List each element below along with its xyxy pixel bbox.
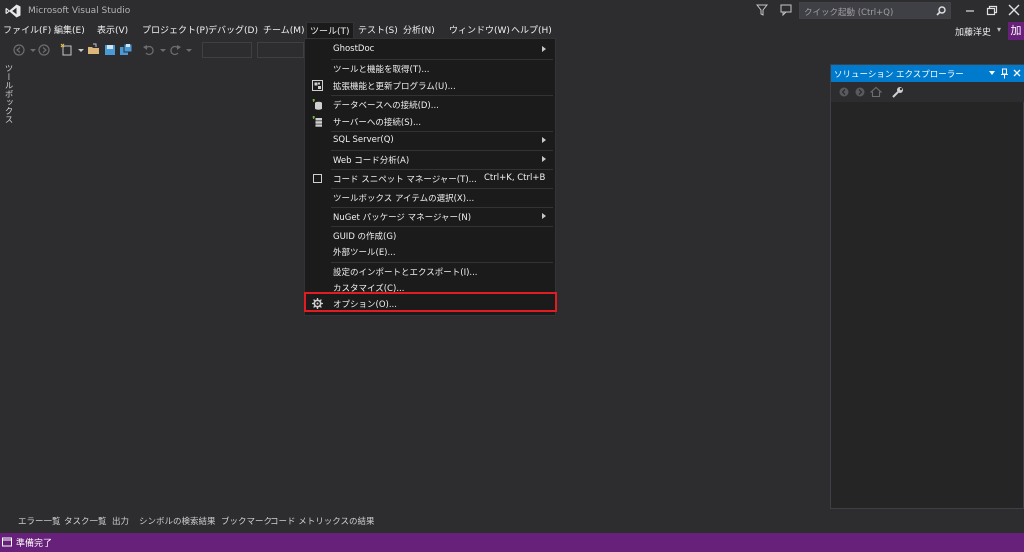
solution-explorer-toolbar [831,82,1024,102]
app-title: Microsoft Visual Studio [28,6,131,16]
extensions-icon [312,80,323,91]
navigate-forward-icon[interactable] [37,43,51,57]
toolbox-tab[interactable]: ツールボックス [2,64,14,124]
menu-item-choose-toolbox-items[interactable]: ツールボックス アイテムの選択(X)... [305,189,555,206]
search-icon [936,6,946,16]
menu-item-label: Web コード分析(A) [333,156,410,166]
submenu-arrow-icon [542,156,546,162]
menu-item-extensions-and-updates[interactable]: 拡張機能と更新プログラム(U)... [305,77,555,94]
menu-item-nuget-package-manager[interactable]: NuGet パッケージ マネージャー(N) [305,208,555,225]
menu-item-label: データベースへの接続(D)... [333,101,439,111]
menu-item-label: SQL Server(Q) [333,135,394,145]
restore-button[interactable] [984,3,1000,17]
status-text: 準備完了 [16,539,53,549]
avatar[interactable]: 加 [1008,22,1024,40]
solution-configuration-dropdown[interactable] [202,42,252,58]
menu-item-label: 拡張機能と更新プログラム(U)... [333,82,456,92]
back-icon[interactable] [838,86,850,98]
undo-icon[interactable] [142,43,156,57]
open-folder-icon[interactable] [87,43,101,57]
tab-find-symbol-results[interactable]: シンボルの検索結果 [139,515,216,527]
menu-item-label: サーバーへの接続(S)... [333,118,422,128]
pin-icon[interactable] [1000,68,1009,79]
menu-item-get-tools-and-features[interactable]: ツールと機能を取得(T)... [305,60,555,77]
title-bar: Microsoft Visual Studio クイック起動 (Ctrl+Q) [0,0,1024,22]
navigate-back-icon[interactable] [12,43,26,57]
menu-item-web-code-analysis[interactable]: Web コード分析(A) [305,151,555,168]
user-name[interactable]: 加藤洋史 [955,25,991,38]
close-icon[interactable] [1012,68,1022,78]
tools-menu-dropdown: GhostDoc ツールと機能を取得(T)... 拡張機能と更新プログラム(U)… [304,38,556,316]
menu-item-code-snippets-manager[interactable]: コード スニペット マネージャー(T)... Ctrl+K, Ctrl+B [305,170,555,187]
filter-icon[interactable] [756,4,768,16]
menu-item-connect-to-server[interactable]: サーバーへの接続(S)... [305,113,555,130]
feedback-icon[interactable] [780,4,792,16]
menu-item-label: 外部ツール(E)... [333,248,396,258]
menu-item-label: 設定のインポートとエクスポート(I)... [333,268,478,278]
submenu-arrow-icon [542,213,546,219]
menu-item-external-tools[interactable]: 外部ツール(E)... [305,243,555,260]
menu-item-label: ツールと機能を取得(T)... [333,65,430,75]
tab-output[interactable]: 出力 [112,515,129,527]
tab-bookmarks[interactable]: ブックマーク [221,515,272,527]
tab-code-metrics-results[interactable]: コード メトリックスの結果 [270,515,374,527]
tab-task-list[interactable]: タスク一覧 [64,515,107,527]
chevron-down-icon[interactable] [74,43,88,57]
properties-wrench-icon[interactable] [892,86,904,98]
menu-project[interactable]: プロジェクト(P) [139,22,211,40]
visual-studio-logo-icon [5,4,21,18]
close-button[interactable] [1006,3,1022,17]
menu-team[interactable]: チーム(M) [260,22,308,40]
solution-platform-dropdown[interactable] [257,42,304,58]
server-connect-icon [312,116,322,127]
toolbox-tab-label: ツールボックス [3,64,13,124]
menu-item-sql-server[interactable]: SQL Server(Q) [305,132,555,149]
menu-item-connect-to-database[interactable]: データベースへの接続(D)... [305,96,555,113]
output-window-icon[interactable] [2,537,12,547]
database-connect-icon [312,99,322,110]
solution-explorer-panel: ソリューション エクスプローラー [830,64,1024,509]
menu-item-create-guid[interactable]: GUID の作成(G) [305,227,555,244]
submenu-arrow-icon [542,46,546,52]
options-highlight-box [304,292,557,312]
quick-launch-placeholder: クイック起動 (Ctrl+Q) [804,8,894,18]
menu-debug[interactable]: デバッグ(D) [205,22,261,40]
menu-file[interactable]: ファイル(F) [0,22,54,40]
solution-explorer-title: ソリューション エクスプローラー [834,70,964,80]
menu-item-label: GhostDoc [333,44,375,54]
chevron-down-icon[interactable]: ▾ [997,25,1001,34]
menu-item-label: NuGet パッケージ マネージャー(N) [333,213,472,223]
chevron-down-icon[interactable] [989,71,995,75]
menu-item-ghostdoc[interactable]: GhostDoc [305,41,555,58]
minimize-button[interactable] [962,3,978,17]
status-bar: 準備完了 [0,533,1024,552]
redo-icon[interactable] [168,43,182,57]
home-icon[interactable] [870,86,882,98]
save-all-icon[interactable] [119,43,133,57]
menu-item-label: ツールボックス アイテムの選択(X)... [333,194,475,204]
submenu-arrow-icon [542,137,546,143]
bottom-tool-window-tabs: エラー一覧 タスク一覧 出力 シンボルの検索結果 ブックマーク コード メトリッ… [0,512,1024,532]
solution-explorer-header: ソリューション エクスプローラー [831,65,1024,82]
tab-error-list[interactable]: エラー一覧 [18,515,61,527]
snippet-icon [313,174,322,183]
chevron-down-icon[interactable] [182,43,196,57]
menu-item-label: コード スニペット マネージャー(T)... [333,175,477,185]
forward-icon[interactable] [854,86,866,98]
menu-view[interactable]: 表示(V) [94,22,131,40]
save-icon[interactable] [103,43,117,57]
menu-item-shortcut: Ctrl+K, Ctrl+B [484,173,546,183]
menu-edit[interactable]: 編集(E) [51,22,88,40]
menu-item-label: GUID の作成(G) [333,232,397,242]
quick-launch-input[interactable]: クイック起動 (Ctrl+Q) [799,2,951,19]
new-project-icon[interactable] [60,43,74,57]
menu-item-import-export-settings[interactable]: 設定のインポートとエクスポート(I)... [305,263,555,280]
